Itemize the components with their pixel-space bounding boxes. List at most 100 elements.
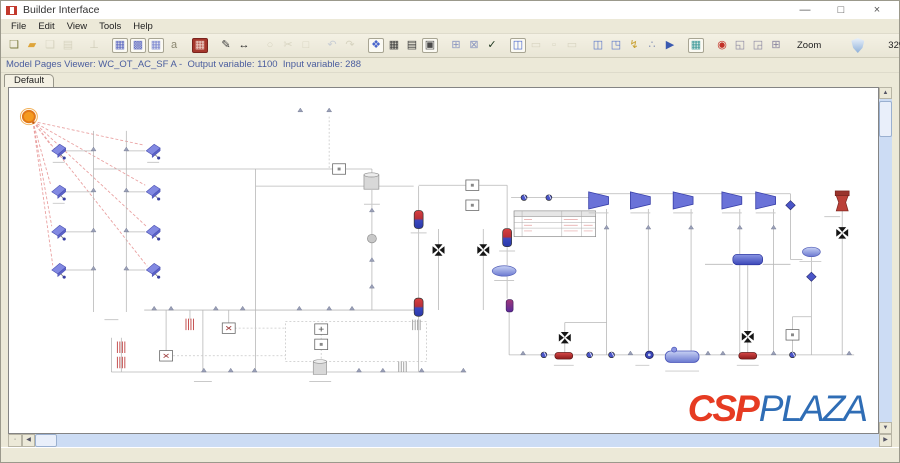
value-table-icon[interactable]: ▤ [404,38,420,54]
sun-icon[interactable] [20,108,37,124]
solar-rays[interactable] [33,121,147,266]
pump-icon[interactable] [609,352,615,358]
component-flag-icon[interactable]: ⊠ [466,38,482,54]
component-panel-icon[interactable]: ▦ [112,38,128,53]
aux-heaters[interactable] [117,319,420,372]
heat-exchanger[interactable] [414,298,423,316]
undo-icon[interactable]: ↶ [324,38,340,54]
horizontal-scroll-thumb[interactable] [35,434,57,447]
feedwater-tank[interactable] [555,352,573,359]
pages-stack-icon[interactable]: ◫ [590,38,606,54]
spark-icon[interactable]: ↯ [626,38,642,54]
heat-exchanger[interactable] [414,210,423,228]
cut-icon[interactable]: ✂ [280,38,296,54]
link-run-icon[interactable]: ∴ [644,38,660,54]
profile-panel-icon[interactable]: ▦ [148,38,164,53]
page-export-icon[interactable]: ◳ [608,38,624,54]
value-table[interactable] [514,211,596,237]
ellipse-tool-icon[interactable]: ○ [262,38,278,54]
storage-tank[interactable] [364,173,379,189]
controller-box[interactable] [466,200,479,210]
redo-icon[interactable]: ↷ [342,38,358,54]
hatched-component[interactable] [399,362,406,372]
steam-turbine[interactable] [722,192,742,209]
pane-splitter[interactable]: · [8,434,22,447]
link-mode-icon[interactable]: ⊥ [86,38,102,54]
pump-icon[interactable] [521,195,527,201]
print-icon[interactable]: ▤ [60,38,76,54]
tab-default[interactable]: Default [4,74,54,87]
new-model-icon[interactable]: ❏ [6,38,22,54]
steam-turbine[interactable] [756,192,776,209]
vertical-scrollbar[interactable]: ▲ ▼ [879,87,892,434]
window-copy-icon[interactable]: ▭ [528,38,544,54]
drain-tank[interactable] [739,352,757,359]
pump-icon[interactable] [541,352,547,358]
pump-icon[interactable] [546,195,552,201]
solar-collector[interactable] [52,263,66,278]
stretch-icon[interactable]: ↔ [236,38,252,54]
condensate-node[interactable] [807,272,817,281]
window-small-icon[interactable]: ▫ [546,38,562,54]
vertical-scroll-track[interactable] [879,99,892,422]
selection-box-icon[interactable]: □ [298,38,314,54]
solar-collector[interactable] [52,144,66,159]
pump-icon[interactable] [587,352,593,358]
turbine-train[interactable] [589,192,776,209]
window-cascade-icon[interactable]: ◲ [750,38,766,54]
heater-icon[interactable] [186,319,193,330]
horizontal-scrollbar[interactable]: · ◀ ▶ [8,434,892,447]
menu-file[interactable]: File [5,21,32,32]
controller-x-box[interactable] [160,351,173,361]
mixer[interactable] [367,234,376,243]
preheater[interactable] [506,300,513,312]
exhaust-node[interactable] [786,201,796,210]
storage-tank-small[interactable] [313,360,326,375]
scroll-down-button[interactable]: ▼ [879,422,892,434]
component-link-icon[interactable]: ⊞ [448,38,464,54]
heat-exchanger[interactable] [503,229,512,247]
open-model-icon[interactable]: ▰ [24,38,40,54]
edit-pen-icon[interactable]: ✎ [218,38,234,54]
menu-tools[interactable]: Tools [93,21,127,32]
pump-icon[interactable] [790,352,796,358]
controller-x-box[interactable] [222,323,235,333]
scroll-right-button[interactable]: ▶ [879,434,892,447]
window-arrange-icon[interactable]: ⊞ [768,38,784,54]
close-button[interactable]: × [866,4,888,16]
controller-box[interactable] [315,339,328,349]
save-icon[interactable]: ❏ [42,38,58,54]
record-macro-icon[interactable]: ◉ [714,38,730,54]
solar-collector[interactable] [146,144,160,159]
solar-collector[interactable] [146,263,160,278]
solar-collector[interactable] [52,225,66,240]
valves[interactable] [433,227,849,343]
steam-turbine[interactable] [589,192,609,209]
menu-edit[interactable]: Edit [32,21,60,32]
solar-collector[interactable] [146,225,160,240]
solar-collector[interactable] [146,185,160,200]
check-model-icon[interactable]: ✓ [484,38,500,54]
new-window-icon[interactable]: ◫ [510,38,526,53]
scroll-up-button[interactable]: ▲ [879,87,892,99]
shield-icon[interactable] [851,38,864,53]
controller-box[interactable] [333,164,346,174]
deaerator[interactable] [665,347,699,362]
solar-collector[interactable] [52,185,66,200]
junction-node[interactable] [369,284,374,288]
model-diagram[interactable] [9,88,878,433]
solar-collector-field[interactable] [52,144,160,278]
pipe-network[interactable] [66,117,854,372]
text-scale-icon[interactable]: a [166,38,182,54]
stop-calculation-icon[interactable]: ▦ [192,38,208,53]
grid-icon[interactable]: ▦ [386,38,402,54]
steam-turbine[interactable] [673,192,693,209]
kernel-scripting-icon[interactable]: ▦ [688,38,704,53]
vertical-scroll-thumb[interactable] [879,101,892,137]
folder-page-icon[interactable]: ▭ [564,38,580,54]
condenser[interactable] [802,247,820,257]
fit-page-icon[interactable]: ❖ [368,38,384,53]
junction-nodes[interactable] [91,108,852,372]
steam-turbine[interactable] [630,192,650,209]
menu-help[interactable]: Help [127,21,159,32]
